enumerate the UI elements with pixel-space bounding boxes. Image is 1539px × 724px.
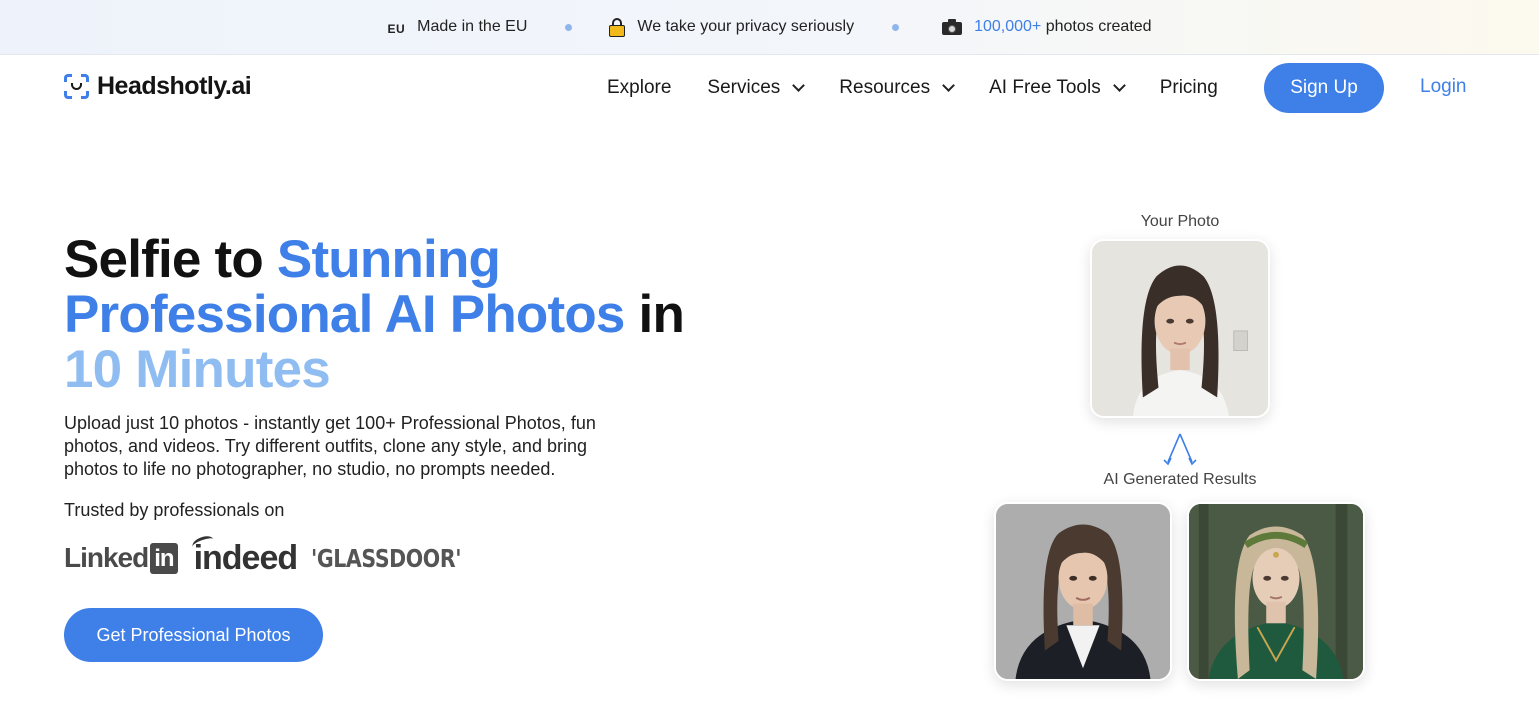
photos-count: 100,000+ (974, 18, 1042, 35)
chevron-down-icon (1112, 79, 1126, 92)
chevron-down-icon (792, 79, 806, 92)
title-part-in: in (624, 285, 685, 344)
trusted-by-text: Trusted by professionals on (64, 500, 285, 520)
ai-result-business-image (994, 502, 1172, 681)
hero-title: Selfie to Stunning Professional AI Photo… (64, 232, 704, 397)
title-part-selfie: Selfie to (64, 230, 277, 289)
separator-dot (565, 23, 573, 31)
partner-logos: Linked in indeed 'GLASSDOOR' (64, 533, 494, 578)
ai-result-fantasy-image (1187, 502, 1365, 681)
fantasy-portrait-illustration (1189, 504, 1363, 679)
nav-item-label: Pricing (1159, 77, 1218, 98)
glassdoor-logo: 'GLASSDOOR' (311, 543, 462, 573)
ai-results-label: AI Generated Results (1103, 471, 1257, 488)
down-arrows-icon (1163, 433, 1197, 466)
photos-created-text: photos created (1045, 18, 1152, 35)
nav-item-services[interactable]: Services (707, 77, 806, 99)
separator-dot (892, 23, 900, 31)
nav-item-ai-free-tools[interactable]: AI Free Tools (989, 77, 1126, 99)
lock-icon (609, 17, 626, 37)
nav-item-explore[interactable]: Explore (607, 77, 671, 99)
announcement-bar: EU Made in the EU We take your privacy s… (0, 0, 1539, 55)
nav-item-pricing[interactable]: Pricing (1160, 77, 1218, 99)
sign-up-button[interactable]: Sign Up (1264, 63, 1384, 113)
brand-name: Headshotly.ai (97, 72, 252, 100)
privacy-text: We take your privacy seriously (637, 18, 855, 35)
title-part-minutes: 10 Minutes (64, 340, 331, 399)
nav-item-label: AI Free Tools (989, 77, 1101, 98)
chevron-down-icon (942, 79, 955, 92)
main-nav: Headshotly.ai Explore Services Resources… (0, 55, 1539, 123)
nav-item-label: Explore (607, 77, 672, 98)
nav-menu: Explore Services Resources AI Free Tools… (607, 63, 1254, 113)
nav-item-label: Resources (839, 77, 931, 98)
made-in-eu-text: Made in the EU (417, 18, 528, 35)
nav-item-resources[interactable]: Resources (839, 77, 955, 99)
nav-item-label: Services (707, 77, 781, 98)
indeed-logo: indeed (190, 533, 298, 578)
logo[interactable]: Headshotly.ai (64, 72, 252, 101)
linkedin-logo: Linked in (64, 542, 178, 574)
made-in-eu-item: EU Made in the EU (387, 18, 527, 36)
your-photo-label: Your Photo (1140, 213, 1220, 230)
selfie-portrait-illustration (1092, 241, 1268, 416)
login-link[interactable]: Login (1420, 76, 1467, 98)
original-selfie-image (1090, 239, 1270, 418)
face-scan-icon (64, 74, 89, 99)
privacy-item: We take your privacy seriously (609, 17, 855, 37)
eu-flag-icon: EU (387, 22, 406, 36)
hero-description: Upload just 10 photos - instantly get 10… (64, 413, 596, 479)
camera-icon (942, 19, 963, 35)
get-professional-photos-button[interactable]: Get Professional Photos (64, 608, 323, 662)
photos-created-item: 100,000+ photos created (936, 18, 1152, 36)
business-portrait-illustration (996, 504, 1170, 679)
